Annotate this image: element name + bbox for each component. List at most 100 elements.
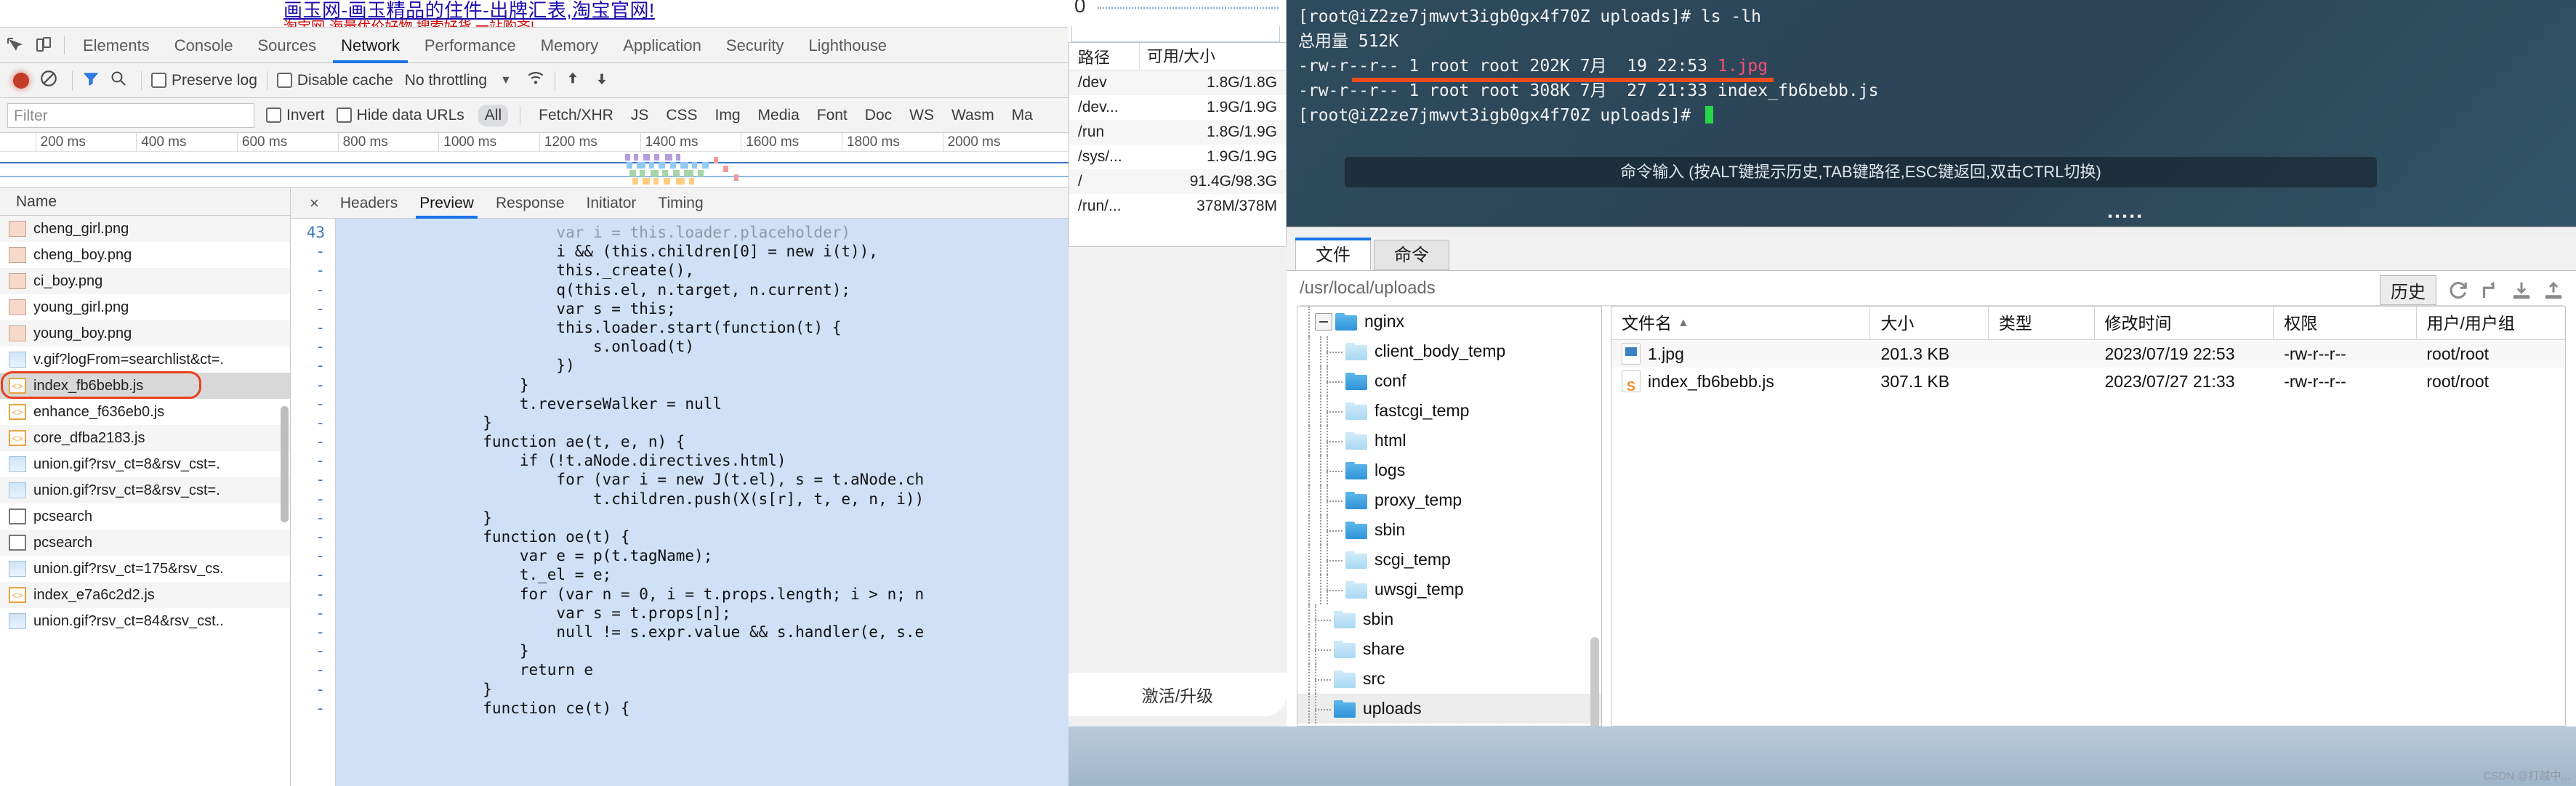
search-icon[interactable] [110,70,127,91]
filter-type-manifest[interactable]: Ma [1005,105,1039,126]
request-row[interactable]: <> index_fb6bebb.js [0,373,290,399]
tab-commands[interactable]: 命令 [1374,240,1449,270]
code-content[interactable]: var i = this.loader.placeholder) i && (t… [336,219,1068,786]
request-row[interactable]: young_boy.png [0,320,290,347]
inspect-element-icon[interactable] [0,28,29,63]
tree-item-sbin[interactable]: sbin [1297,515,1601,545]
tab-sources[interactable]: Sources [245,28,329,63]
tree-scrollbar[interactable] [1590,637,1599,726]
throttling-select[interactable]: No throttling ▼ [405,72,512,89]
request-row[interactable]: pcsearch [0,503,290,530]
tree-item-logs[interactable]: logs [1297,455,1601,485]
detail-tab-response[interactable]: Response [485,188,576,219]
code-preview[interactable]: 43- - - - - - - - - - - - - - - - - - - - - - - - - var i = this… [291,219,1068,786]
column-header-filename[interactable]: 文件名 ▲ [1611,307,1871,340]
close-icon[interactable]: × [299,194,329,213]
tree-item-fastcgi_temp[interactable]: fastcgi_temp [1297,396,1601,426]
detail-tab-initiator[interactable]: Initiator [576,188,648,219]
device-toolbar-icon[interactable] [29,28,58,63]
tree-item-uwsgi_temp[interactable]: uwsgi_temp [1297,575,1601,604]
request-list-scrollbar[interactable] [281,406,289,522]
request-row[interactable]: v.gif?logFrom=searchlist&ct=. [0,347,290,373]
terminal-output[interactable]: [root@iZ2ze7jmwvt3igb0gx4f70Z uploads]# … [1287,0,2576,227]
tree-item-src[interactable]: src [1297,664,1601,694]
filter-type-doc[interactable]: Doc [858,105,898,126]
file-list[interactable]: 文件名 ▲ 大小 类型 修改时间 权限 用户/用户组 1.jpg 201.3 KB… [1611,306,2566,726]
tab-network[interactable]: Network [329,28,412,63]
detail-tab-headers[interactable]: Headers [329,188,408,219]
request-row[interactable]: <> core_dfba2183.js [0,425,290,451]
filter-type-css[interactable]: CSS [659,105,704,126]
tab-files[interactable]: 文件 [1295,238,1371,270]
parent-directory-icon[interactable] [2479,280,2500,301]
request-row[interactable]: union.gif?rsv_ct=8&rsv_cst=. [0,477,290,503]
hide-data-urls-checkbox[interactable]: Hide data URLs [336,107,464,124]
tree-item-scgi_temp[interactable]: scgi_temp [1297,545,1601,575]
disable-cache-checkbox[interactable]: Disable cache [276,72,393,89]
directory-tree[interactable]: nginx client_body_temp conf fastcgi_temp htm… [1297,306,1602,726]
refresh-icon[interactable] [2447,280,2468,301]
file-row[interactable]: index_fb6bebb.js 307.1 KB 2023/07/27 21:33… [1611,368,2565,395]
export-har-icon[interactable] [594,70,610,91]
tree-item-uploads[interactable]: uploads [1297,694,1601,724]
tab-elements[interactable]: Elements [71,28,162,63]
tree-item-nginx[interactable]: nginx [1297,307,1601,336]
detail-tab-preview[interactable]: Preview [408,188,485,219]
download-icon[interactable] [2511,280,2532,301]
filter-type-wasm[interactable]: Wasm [945,105,1001,126]
tree-item-share[interactable]: share [1297,634,1601,664]
invert-checkbox[interactable]: Invert [266,107,325,124]
checkbox-box[interactable] [151,73,166,88]
tree-item-proxy_temp[interactable]: proxy_temp [1297,485,1601,515]
request-row[interactable]: young_girl.png [0,294,290,320]
filter-icon[interactable] [82,70,100,91]
request-row[interactable]: pcsearch [0,530,290,556]
filter-type-js[interactable]: JS [624,105,656,126]
checkbox-box[interactable] [266,108,281,123]
filter-input[interactable]: Filter [7,102,254,128]
request-list[interactable]: cheng_girl.png cheng_boy.png ci_boy.png you… [0,216,290,634]
tab-application[interactable]: Application [611,28,714,63]
request-row[interactable]: ci_boy.png [0,268,290,294]
network-overview-timeline[interactable]: 200 ms 400 ms 600 ms 800 ms 1000 ms 1200 ms 14… [0,133,1068,188]
request-row[interactable]: union.gif?rsv_ct=175&rsv_cs. [0,556,290,582]
request-row[interactable]: union.gif?rsv_ct=8&rsv_cst=. [0,451,290,477]
filter-type-all[interactable]: All [478,104,509,126]
preserve-log-checkbox[interactable]: Preserve log [151,72,257,89]
upload-icon[interactable] [2543,280,2564,301]
history-button[interactable]: 历史 [2380,275,2436,305]
column-header-modified[interactable]: 修改时间 [2095,307,2274,340]
request-row[interactable]: <> index_e7a6c2d2.js [0,582,290,608]
column-header-type[interactable]: 类型 [1989,307,2095,340]
import-har-icon[interactable] [565,70,581,91]
activate-upgrade-button[interactable]: 激活/升级 [1068,673,1287,716]
filter-type-media[interactable]: Media [752,105,806,126]
tab-performance[interactable]: Performance [412,28,528,63]
tree-item-sbin[interactable]: sbin [1297,604,1601,634]
filter-type-fetch-xhr[interactable]: Fetch/XHR [532,105,620,126]
column-header-owner[interactable]: 用户/用户组 [2417,307,2565,340]
network-conditions-icon[interactable] [526,69,545,92]
resize-grip-icon[interactable]: ▪▪▪▪▪ [2108,209,2144,224]
tree-item-html[interactable]: html [1297,426,1601,455]
request-row[interactable]: cheng_boy.png [0,242,290,268]
chevron-down-icon[interactable]: ▼ [500,74,512,87]
checkbox-box[interactable] [336,108,352,123]
request-row[interactable]: <> enhance_f636eb0.js [0,399,290,425]
tree-item-client_body_temp[interactable]: client_body_temp [1297,336,1601,366]
tab-security[interactable]: Security [714,28,796,63]
filter-type-ws[interactable]: WS [903,105,941,126]
filter-type-img[interactable]: Img [709,105,747,126]
request-row[interactable]: cheng_girl.png [0,216,290,242]
current-path[interactable]: /usr/local/uploads [1300,278,1436,299]
tab-console[interactable]: Console [162,28,246,63]
request-row[interactable]: union.gif?rsv_ct=84&rsv_cst.. [0,608,290,634]
record-button-icon[interactable] [13,72,29,89]
column-header-permissions[interactable]: 权限 [2274,307,2417,340]
tab-memory[interactable]: Memory [528,28,611,63]
tree-item-conf[interactable]: conf [1297,366,1601,396]
clear-button-icon[interactable] [39,69,58,92]
collapse-icon[interactable] [1315,312,1332,331]
filter-type-font[interactable]: Font [810,105,854,126]
pane-divider[interactable] [1287,227,2576,237]
